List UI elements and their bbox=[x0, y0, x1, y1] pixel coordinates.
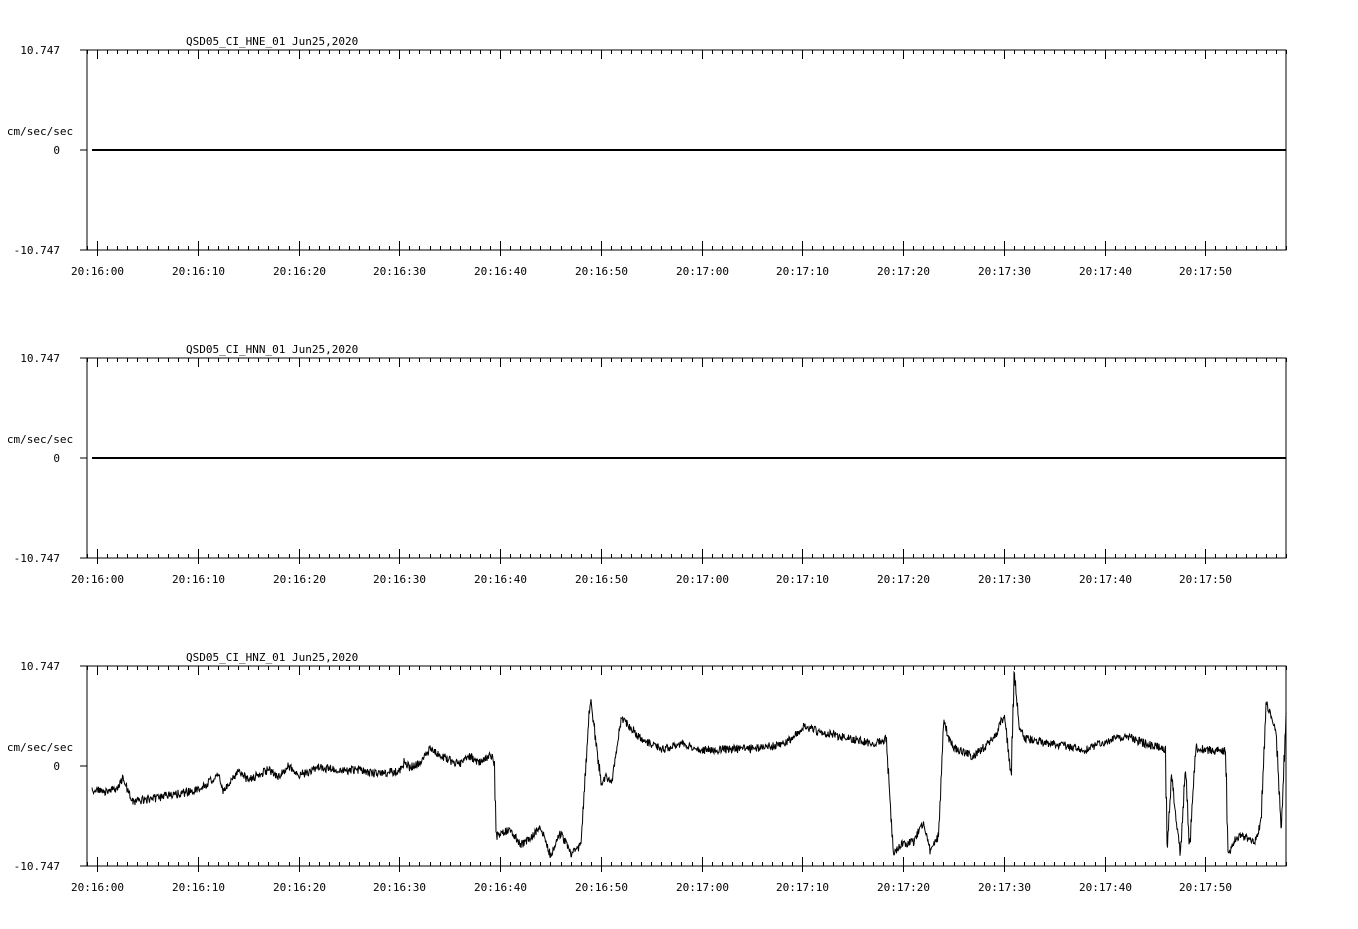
chart-title: QSD05_CI_HNE_01 Jun25,2020 bbox=[186, 35, 358, 48]
x-tick-label: 20:17:20 bbox=[877, 881, 930, 894]
x-tick-label: 20:16:50 bbox=[575, 881, 628, 894]
x-tick-label: 20:16:30 bbox=[373, 573, 426, 586]
plot-frame bbox=[86, 665, 1287, 867]
x-tick-label: 20:17:30 bbox=[978, 881, 1031, 894]
x-tick-label: 20:17:00 bbox=[676, 573, 729, 586]
x-tick-label: 20:16:20 bbox=[273, 265, 326, 278]
x-tick-label: 20:17:10 bbox=[776, 265, 829, 278]
x-tick-label: 20:17:10 bbox=[776, 573, 829, 586]
y-tick-label-zero: 0 bbox=[53, 144, 60, 157]
x-tick-label: 20:17:50 bbox=[1179, 265, 1232, 278]
x-tick-label: 20:16:10 bbox=[172, 881, 225, 894]
seismogram-page: QSD05_CI_HNE_01 Jun25,2020 10.747 0 -10.747… bbox=[0, 0, 1358, 924]
seismogram-charts: QSD05_CI_HNE_01 Jun25,2020 10.747 0 -10.747… bbox=[7, 35, 1287, 894]
chart-title: QSD05_CI_HNN_01 Jun25,2020 bbox=[186, 343, 358, 356]
x-tick-label: 20:17:20 bbox=[877, 265, 930, 278]
x-tick-label: 20:17:30 bbox=[978, 265, 1031, 278]
x-tick-label: 20:17:40 bbox=[1079, 881, 1132, 894]
x-tick-label: 20:17:40 bbox=[1079, 265, 1132, 278]
x-tick-label: 20:16:40 bbox=[474, 573, 527, 586]
y-tick-label-min: -10.747 bbox=[14, 244, 60, 257]
y-tick-label-min: -10.747 bbox=[14, 860, 60, 873]
x-tick-label: 20:16:40 bbox=[474, 881, 527, 894]
chart-title: QSD05_CI_HNZ_01 Jun25,2020 bbox=[186, 651, 358, 664]
y-tick-label-max: 10.747 bbox=[20, 660, 60, 673]
x-tick-label: 20:16:30 bbox=[373, 265, 426, 278]
x-tick-label: 20:17:30 bbox=[978, 573, 1031, 586]
x-tick-label: 20:17:00 bbox=[676, 265, 729, 278]
y-axis-label: cm/sec/sec bbox=[7, 125, 73, 138]
y-axis-label: cm/sec/sec bbox=[7, 741, 73, 754]
x-tick-label: 20:17:50 bbox=[1179, 881, 1232, 894]
x-tick-label: 20:17:00 bbox=[676, 881, 729, 894]
x-tick-label: 20:16:50 bbox=[575, 573, 628, 586]
x-tick-label: 20:16:40 bbox=[474, 265, 527, 278]
x-tick-label: 20:16:20 bbox=[273, 573, 326, 586]
x-tick-label: 20:16:00 bbox=[71, 265, 124, 278]
y-tick-label-max: 10.747 bbox=[20, 352, 60, 365]
y-axis-label: cm/sec/sec bbox=[7, 433, 73, 446]
x-tick-label: 20:16:00 bbox=[71, 573, 124, 586]
x-tick-label: 20:17:10 bbox=[776, 881, 829, 894]
y-tick-label-min: -10.747 bbox=[14, 552, 60, 565]
y-tick-label-zero: 0 bbox=[53, 760, 60, 773]
y-tick-label-max: 10.747 bbox=[20, 44, 60, 57]
x-tick-label: 20:17:50 bbox=[1179, 573, 1232, 586]
x-tick-label: 20:16:20 bbox=[273, 881, 326, 894]
x-tick-label: 20:16:50 bbox=[575, 265, 628, 278]
x-tick-label: 20:16:30 bbox=[373, 881, 426, 894]
x-tick-label: 20:16:10 bbox=[172, 265, 225, 278]
series-trace bbox=[91, 670, 1287, 859]
x-tick-label: 20:17:20 bbox=[877, 573, 930, 586]
y-tick-label-zero: 0 bbox=[53, 452, 60, 465]
x-tick-label: 20:16:10 bbox=[172, 573, 225, 586]
x-tick-label: 20:16:00 bbox=[71, 881, 124, 894]
x-tick-label: 20:17:40 bbox=[1079, 573, 1132, 586]
